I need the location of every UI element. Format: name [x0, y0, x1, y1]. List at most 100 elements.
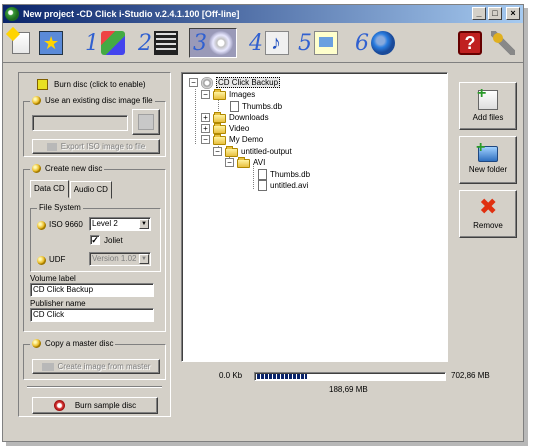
help-button[interactable]: ?	[458, 28, 482, 58]
capacity-bar-fill	[257, 374, 308, 379]
expand-icon[interactable]: +	[201, 124, 210, 133]
tree-node-untitled-output[interactable]: − untitled-output	[213, 145, 292, 157]
disc-icon	[209, 31, 233, 55]
new-folder-button[interactable]: New folder	[459, 136, 517, 184]
step-number: 2	[138, 30, 152, 56]
chevron-down-icon: ▼	[139, 219, 149, 229]
title-bar[interactable]: New project -CD Click i-Studio v.2.4.1.1…	[3, 5, 523, 23]
create-new-legend[interactable]: Create new disc	[30, 164, 105, 173]
copy-master-label: Copy a master disc	[45, 339, 114, 348]
joliet-checkbox[interactable]: ✓	[90, 235, 100, 245]
step-5-button[interactable]: 5	[298, 28, 338, 58]
udf-radio[interactable]	[37, 256, 46, 265]
step-4-button[interactable]: 4	[249, 28, 289, 58]
window-title: New project -CD Click i-Studio v.2.4.1.1…	[23, 9, 240, 19]
udf-version-select[interactable]: Version 1.02 ▼	[89, 252, 151, 266]
step-1-button[interactable]: 1	[85, 28, 125, 58]
globe-icon	[371, 31, 395, 55]
add-files-button[interactable]: Add files	[459, 82, 517, 130]
iso-label: ISO 9660	[49, 220, 83, 229]
folder-icon	[237, 156, 250, 168]
collapse-icon[interactable]: −	[213, 147, 222, 156]
folder-icon	[213, 88, 226, 100]
chevron-down-icon: ▼	[139, 254, 149, 264]
iso-level-select[interactable]: Level 2 ▼	[89, 217, 151, 231]
publisher-caption: Publisher name	[30, 299, 86, 308]
file-system-legend: File System	[37, 203, 83, 212]
collapse-icon[interactable]: −	[201, 90, 210, 99]
burn-sample-button[interactable]: Burn sample disc	[32, 397, 158, 414]
folder-icon	[213, 122, 226, 134]
tree-node-untitled-avi[interactable]: untitled.avi	[258, 180, 308, 191]
udf-label: UDF	[49, 255, 66, 264]
disc-file-tree[interactable]: − CD Click Backup − Images Thumbs.db + D…	[181, 72, 448, 362]
tree-root[interactable]: − CD Click Backup	[189, 76, 281, 89]
window-controls: _ □ ×	[472, 7, 520, 20]
capacity-bar	[254, 372, 446, 381]
remove-label: Remove	[473, 221, 503, 230]
collapse-icon[interactable]: −	[201, 135, 210, 144]
iso-level-value: Level 2	[92, 219, 118, 228]
folder-icon	[225, 145, 238, 157]
tools-icon	[491, 31, 515, 55]
music-icon	[265, 31, 289, 55]
tree-node-label: untitled.avi	[270, 181, 309, 190]
step-6-button[interactable]: 6	[355, 28, 395, 58]
tree-node-label: Video	[229, 124, 250, 133]
new-project-button[interactable]	[9, 28, 30, 58]
existing-image-legend[interactable]: Use an existing disc image file	[30, 96, 155, 105]
maximize-button[interactable]: □	[488, 7, 502, 20]
tree-node-images-thumbs[interactable]: Thumbs.db	[230, 101, 282, 112]
export-iso-label: Export ISO image to file	[60, 142, 146, 151]
expand-icon[interactable]: +	[201, 113, 210, 122]
tree-node-avi-thumbs[interactable]: Thumbs.db	[258, 169, 310, 180]
create-image-button[interactable]: Create image from master	[32, 359, 160, 374]
minimize-button[interactable]: _	[472, 7, 486, 20]
tree-node-images[interactable]: − Images	[201, 88, 255, 100]
burn-sample-label: Burn sample disc	[74, 401, 137, 410]
udf-version-value: Version 1.02	[92, 254, 137, 263]
film-icon	[154, 31, 178, 55]
radio-icon	[32, 96, 41, 105]
export-iso-button[interactable]: Export ISO image to file	[32, 139, 160, 154]
disc-options-panel: Burn disc (click to enable) Use an exist…	[18, 72, 171, 417]
close-button[interactable]: ×	[506, 7, 520, 20]
export-icon	[46, 142, 57, 151]
step-number: 5	[298, 30, 312, 56]
iso-radio[interactable]	[37, 221, 46, 230]
step-number: 4	[249, 30, 263, 56]
publisher-input[interactable]: CD Click	[30, 308, 154, 322]
tree-node-label: untitled-output	[241, 147, 292, 156]
image-path-input[interactable]	[32, 115, 128, 131]
burn-disc-icon	[37, 79, 48, 90]
step-3-button[interactable]: 3	[189, 28, 237, 58]
collapse-icon[interactable]: −	[225, 158, 234, 167]
remove-button[interactable]: Remove	[459, 190, 517, 238]
volume-label-input[interactable]: CD Click Backup	[30, 283, 154, 297]
radio-icon	[32, 339, 41, 348]
divider	[27, 386, 162, 388]
volume-label-caption: Volume label	[30, 274, 76, 283]
remove-icon	[478, 196, 498, 218]
tab-audio-cd[interactable]: Audio CD	[69, 181, 112, 199]
tree-root-label: CD Click Backup	[216, 77, 281, 88]
cd-icon	[201, 76, 213, 89]
tree-node-downloads[interactable]: + Downloads	[201, 111, 269, 123]
tree-node-label: Thumbs.db	[242, 102, 283, 111]
tree-node-my-demo[interactable]: − My Demo	[201, 133, 263, 145]
copy-master-group: Copy a master disc Create image from mas…	[23, 339, 166, 380]
burn-disc-toggle[interactable]: Burn disc (click to enable)	[37, 79, 146, 90]
collapse-icon[interactable]: −	[189, 78, 198, 87]
copy-master-legend[interactable]: Copy a master disc	[30, 339, 116, 348]
tree-node-video[interactable]: + Video	[201, 122, 250, 134]
favorites-button[interactable]	[39, 28, 63, 58]
step-2-button[interactable]: 2	[138, 28, 178, 58]
browse-image-button[interactable]	[132, 109, 160, 135]
document-icon	[314, 31, 338, 55]
tree-node-label: Thumbs.db	[270, 170, 311, 179]
file-icon	[258, 169, 267, 180]
tree-node-avi[interactable]: − AVI	[225, 156, 265, 168]
tab-data-cd[interactable]: Data CD	[30, 180, 69, 198]
settings-button[interactable]	[491, 28, 515, 58]
file-system-group: File System ISO 9660 Level 2 ▼ ✓ Joliet …	[30, 203, 161, 272]
